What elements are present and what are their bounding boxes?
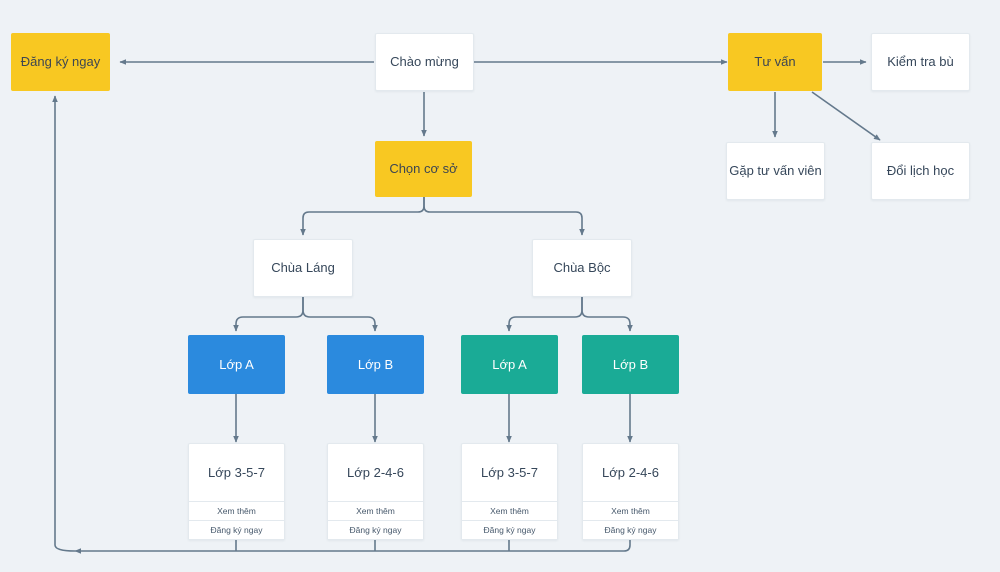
- edge-chuaboc-to-classa: [506, 297, 583, 332]
- edge-branch-to-chualang: [300, 196, 425, 236]
- node-label: Lớp B: [612, 356, 649, 372]
- node-choose-branch[interactable]: Chọn cơ sở: [375, 141, 472, 197]
- edge-return-corner: [54, 544, 76, 552]
- node-branch-chua-lang[interactable]: Chùa Láng: [253, 239, 353, 297]
- card-class-3-5-7-boc[interactable]: Lớp 3-5-7 Xem thêm Đăng ký ngay: [461, 443, 558, 540]
- node-welcome[interactable]: Chào mừng: [375, 33, 474, 91]
- card-class-3-5-7-lang[interactable]: Lớp 3-5-7 Xem thêm Đăng ký ngay: [188, 443, 285, 540]
- card-more-button[interactable]: Xem thêm: [328, 501, 423, 520]
- card-class-2-4-6-lang[interactable]: Lớp 2-4-6 Xem thêm Đăng ký ngay: [327, 443, 424, 540]
- node-makeup-check[interactable]: Kiểm tra bù: [871, 33, 970, 91]
- node-label: Kiểm tra bù: [887, 54, 954, 70]
- card-title: Lớp 2-4-6: [602, 465, 659, 480]
- card-more-button[interactable]: Xem thêm: [583, 501, 678, 520]
- node-label: Lớp A: [219, 356, 254, 372]
- node-class-a-chua-lang[interactable]: Lớp A: [188, 335, 285, 394]
- node-label: Lớp A: [492, 356, 527, 372]
- edge-chuaboc-to-classb: [581, 297, 633, 332]
- card-title: Lớp 3-5-7: [208, 465, 265, 480]
- node-label: Tư vấn: [754, 54, 796, 70]
- card-title: Lớp 3-5-7: [481, 465, 538, 480]
- node-label: Chào mừng: [390, 54, 459, 70]
- node-change-schedule[interactable]: Đổi lịch học: [871, 142, 970, 200]
- node-class-b-chua-boc[interactable]: Lớp B: [582, 335, 679, 394]
- node-label: Đổi lịch học: [886, 163, 955, 179]
- card-register-button[interactable]: Đăng ký ngay: [189, 520, 284, 539]
- edge-branch-to-chuaboc: [423, 196, 585, 236]
- card-title: Lớp 2-4-6: [347, 465, 404, 480]
- card-register-button[interactable]: Đăng ký ngay: [583, 520, 678, 539]
- card-register-button[interactable]: Đăng ký ngay: [462, 520, 557, 539]
- node-class-a-chua-boc[interactable]: Lớp A: [461, 335, 558, 394]
- node-label: Chọn cơ sở: [389, 161, 458, 177]
- edge-chualang-to-classb: [302, 297, 378, 332]
- node-consult[interactable]: Tư vấn: [728, 33, 822, 91]
- edge-consult-to-reschedule: [811, 91, 881, 141]
- node-meet-advisor[interactable]: Gặp tư vấn viên: [726, 142, 825, 200]
- node-label: Gặp tư vấn viên: [729, 163, 822, 179]
- edge-cards-return-bus: [74, 540, 631, 554]
- node-branch-chua-boc[interactable]: Chùa Bộc: [532, 239, 632, 297]
- node-label: Đăng ký ngay: [20, 54, 101, 70]
- node-register-now-top[interactable]: Đăng ký ngay: [11, 33, 110, 91]
- card-more-button[interactable]: Xem thêm: [462, 501, 557, 520]
- edge-chualang-to-classa: [233, 297, 304, 332]
- node-label: Lớp B: [357, 356, 394, 372]
- flowchart-canvas: Đăng ký ngay Chào mừng Tư vấn Kiểm tra b…: [0, 0, 1000, 572]
- card-register-button[interactable]: Đăng ký ngay: [328, 520, 423, 539]
- node-label: Chùa Láng: [271, 260, 335, 276]
- node-label: Chùa Bộc: [553, 260, 611, 276]
- card-class-2-4-6-boc[interactable]: Lớp 2-4-6 Xem thêm Đăng ký ngay: [582, 443, 679, 540]
- card-more-button[interactable]: Xem thêm: [189, 501, 284, 520]
- node-class-b-chua-lang[interactable]: Lớp B: [327, 335, 424, 394]
